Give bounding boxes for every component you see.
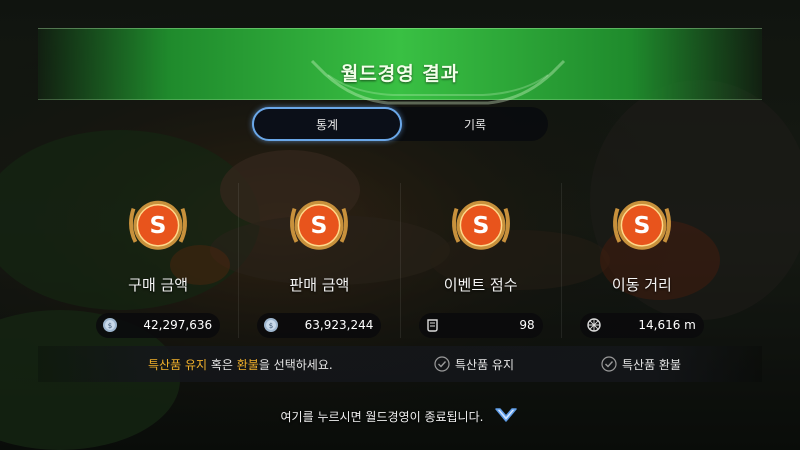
stat-purchase-amount: S 구매 금액 $ 42,297,636: [78, 183, 238, 338]
banner-title: 월드경영 결과: [340, 63, 460, 85]
choice-prompt: 특산품 유지 혹은 환불을 선택하세요.: [148, 356, 333, 373]
tab-statistics[interactable]: 통계: [252, 107, 402, 141]
checkmark-circle-icon: [601, 356, 617, 372]
refund-option-label: 특산품 환불: [622, 357, 682, 372]
svg-text:$: $: [108, 322, 112, 330]
svg-text:$: $: [269, 322, 273, 330]
svg-text:S: S: [311, 211, 328, 239]
stat-value: 63,923,244: [304, 318, 374, 333]
scroll-icon: [426, 319, 438, 332]
stat-value: 98: [519, 318, 535, 333]
silver-coin-icon: $: [264, 318, 279, 333]
stat-value: 42,297,636: [143, 318, 213, 333]
tab-bar: 통계 기록: [252, 107, 548, 141]
stat-label: 판매 금액: [289, 275, 350, 294]
stat-value-box: 14,616 m: [579, 312, 704, 338]
silver-coin-icon: $: [103, 318, 118, 333]
stat-value-box: 98: [418, 312, 543, 338]
prompt-connector: 혹은: [207, 357, 237, 372]
svg-text:S: S: [472, 211, 489, 239]
stats-panel: S 구매 금액 $ 42,297,636 S 판매 금액 $ 63,923,24…: [78, 183, 722, 338]
choice-bar: 특산품 유지 혹은 환불을 선택하세요. 특산품 유지 특산품 환불: [38, 346, 762, 382]
s-rank-medal-icon: S: [129, 200, 188, 250]
refund-specialty-option[interactable]: 특산품 환불: [601, 356, 681, 373]
stat-label: 구매 금액: [128, 275, 189, 294]
stat-sale-amount: S 판매 금액 $ 63,923,244: [238, 183, 399, 338]
end-world-management-button[interactable]: 여기를 누르시면 월드경영이 종료됩니다.: [0, 398, 800, 434]
stat-value-box: $ 42,297,636: [96, 312, 221, 338]
tab-records[interactable]: 기록: [402, 107, 548, 141]
checkmark-circle-icon: [434, 356, 450, 372]
s-rank-medal-icon: S: [612, 200, 671, 250]
stat-event-score: S 이벤트 점수 98: [399, 183, 561, 338]
keep-option-label: 특산품 유지: [455, 357, 515, 372]
footer-text: 여기를 누르시면 월드경영이 종료됩니다.: [280, 409, 484, 424]
stat-value: 14,616 m: [638, 318, 696, 333]
keep-specialty-option[interactable]: 특산품 유지: [434, 356, 514, 373]
result-banner: 월드경영 결과: [38, 28, 762, 105]
prompt-refund-highlight: 환불: [236, 357, 259, 372]
s-rank-medal-icon: S: [451, 200, 510, 250]
stat-value-box: $ 63,923,244: [257, 312, 382, 338]
prompt-suffix: 을 선택하세요.: [258, 357, 333, 372]
stat-label: 이벤트 점수: [443, 275, 518, 294]
svg-text:S: S: [150, 211, 167, 239]
chevron-down-icon: [495, 408, 518, 422]
stat-travel-distance: S 이동 거리 14,616 m: [560, 183, 722, 338]
svg-text:S: S: [633, 211, 650, 239]
wheel-icon: [587, 318, 601, 332]
prompt-keep-highlight: 특산품 유지: [148, 357, 208, 372]
s-rank-medal-icon: S: [290, 200, 349, 250]
stat-label: 이동 거리: [611, 275, 672, 294]
